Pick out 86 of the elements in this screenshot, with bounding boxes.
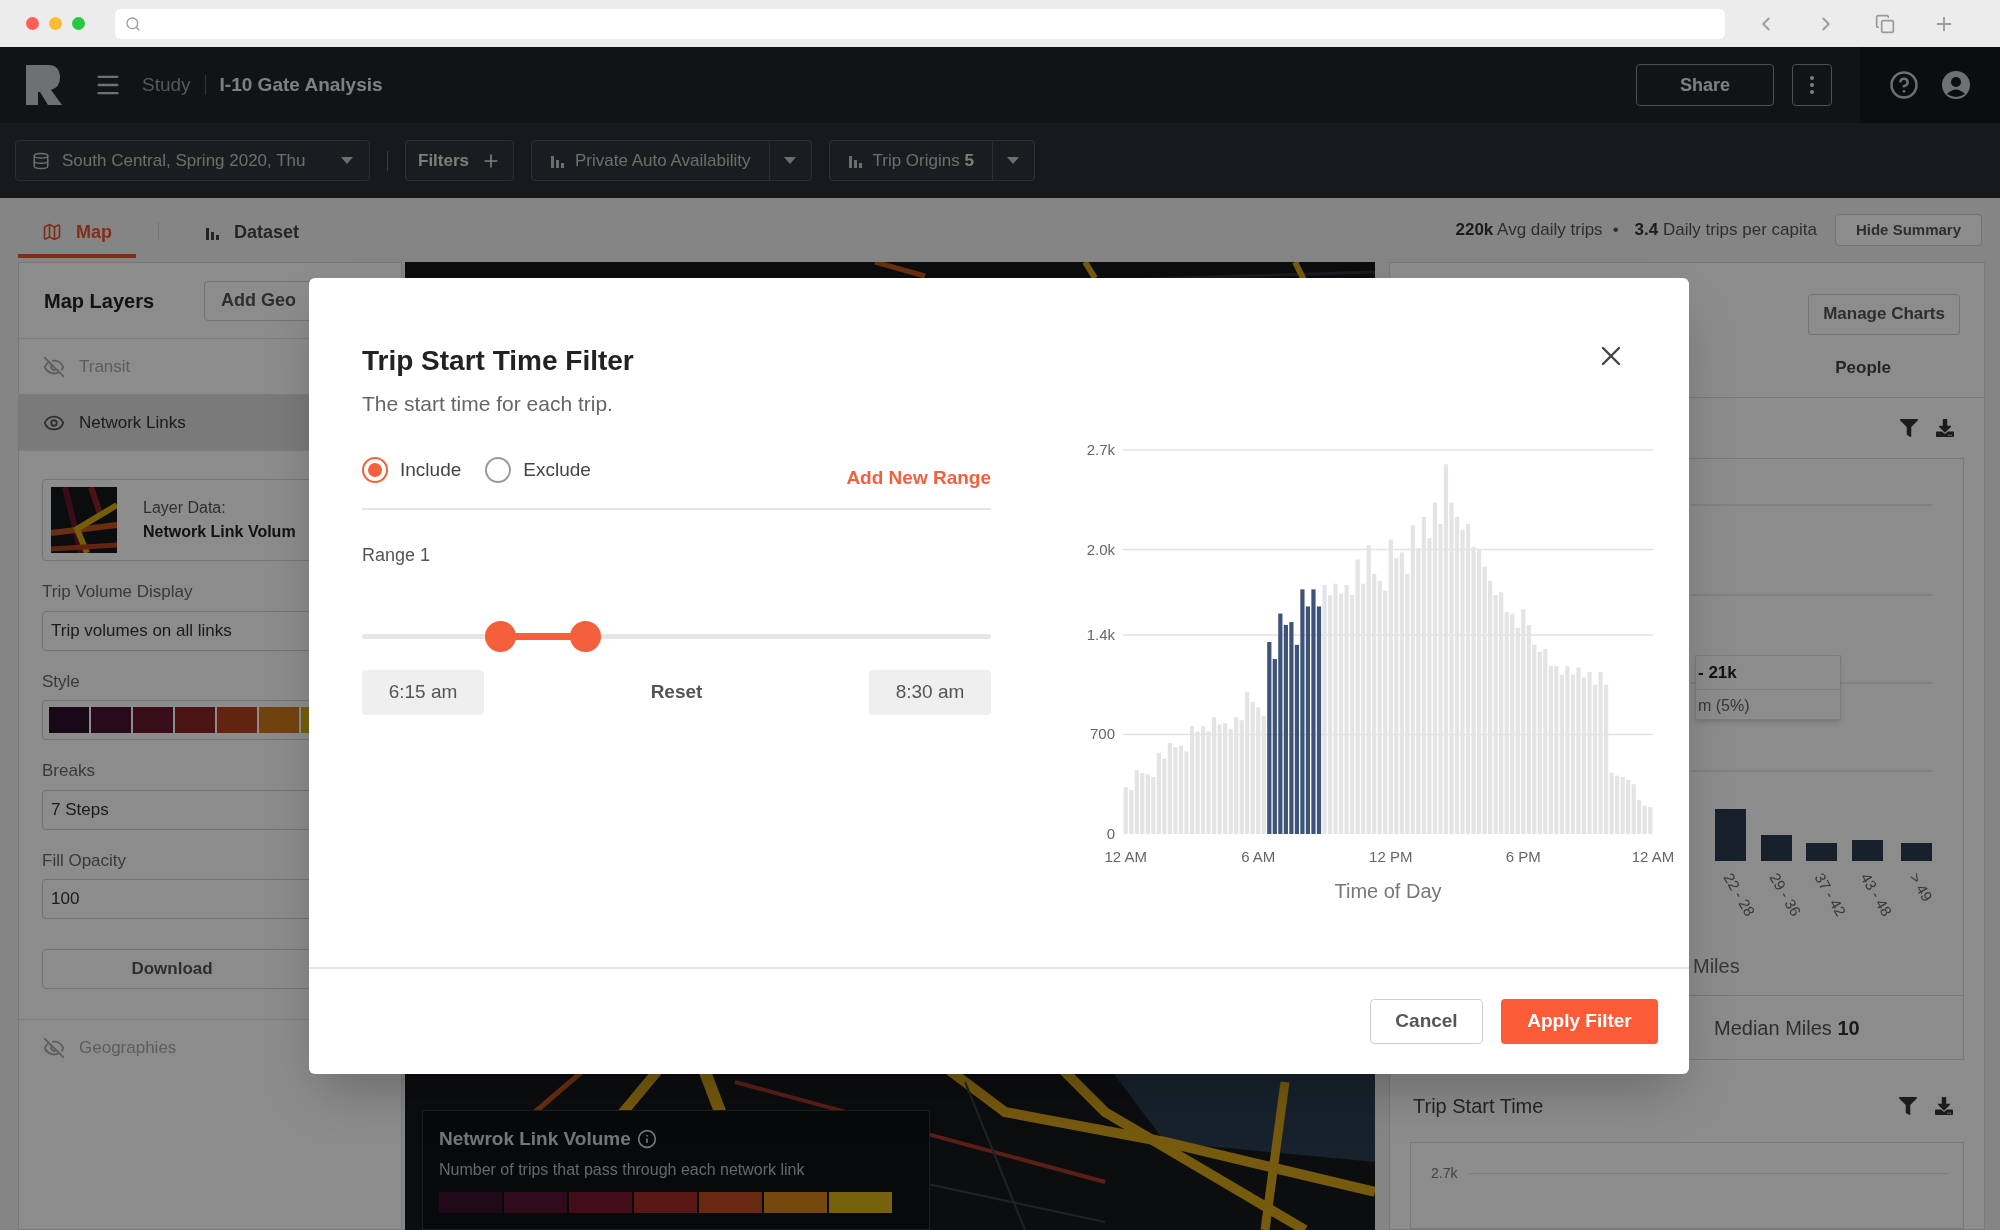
add-range-link[interactable]: Add New Range: [846, 463, 991, 492]
tooltip-detail: m (5%): [1697, 696, 1751, 716]
radio-option[interactable]: Exclude: [485, 455, 591, 484]
hide-summary-button[interactable]: Hide Summary: [1834, 214, 1982, 246]
bin-label: 22 - 28: [1720, 870, 1759, 919]
range-slider[interactable]: [362, 621, 991, 652]
search-icon: [125, 15, 141, 32]
bin-label: 43 - 48: [1857, 870, 1896, 919]
range-label: Range 1: [362, 544, 432, 567]
bin-label: 37 - 42: [1811, 870, 1850, 919]
caret-icon: [1007, 156, 1020, 165]
radio-button[interactable]: [362, 456, 388, 483]
radio-button[interactable]: [485, 456, 512, 483]
database-icon: [32, 151, 50, 170]
breadcrumb-link[interactable]: Study: [142, 70, 191, 100]
more-icon: [1810, 76, 1814, 94]
more-button[interactable]: [1792, 64, 1832, 106]
download-icon[interactable]: [1936, 419, 1954, 437]
reset-button[interactable]: Reset: [650, 678, 703, 707]
radio-option[interactable]: Include: [362, 455, 462, 484]
layer-data-name: Network Link Volum: [143, 522, 296, 542]
bin-label: > 49: [1906, 870, 1936, 905]
start-time-field[interactable]: 6:15 am: [362, 670, 484, 715]
maximize-window-icon[interactable]: [72, 17, 85, 30]
y-tick-label: 700: [1089, 725, 1115, 743]
bar-chart-icon: [550, 153, 566, 168]
info-icon[interactable]: [636, 1129, 657, 1150]
map-icon: [42, 222, 62, 242]
chart-title: Trip Start Time: [1413, 1094, 1544, 1119]
legend-description: Number of trips that pass through each network link: [439, 1159, 806, 1180]
summary-stat: 3.4 Daily trips per capita: [1634, 219, 1817, 242]
close-window-icon[interactable]: [26, 17, 39, 30]
help-icon[interactable]: [1889, 70, 1919, 100]
panel-title: Map Layers: [44, 288, 155, 314]
x-tick-label: 12 AM: [1104, 848, 1148, 865]
manage-charts-button[interactable]: Manage Charts: [1808, 293, 1960, 335]
separator-dot: •: [1612, 219, 1619, 242]
cancel-button[interactable]: Cancel: [1370, 999, 1483, 1044]
summary-stat: 220k Avg daily trips: [1455, 219, 1603, 242]
y-tick-label: 0: [1106, 825, 1115, 842]
field-label: Trip Volume Display: [42, 581, 194, 603]
bin-label: 29 - 36: [1766, 870, 1805, 919]
user-icon[interactable]: [1941, 70, 1971, 100]
y-tick-label: 2.7k: [1086, 441, 1115, 458]
people-tab[interactable]: People: [1835, 355, 1891, 397]
field-label: Breaks: [42, 760, 96, 782]
chart-bar: [1852, 840, 1883, 861]
apply-filter-button[interactable]: Apply Filter: [1501, 999, 1658, 1044]
chart-bar: [1806, 843, 1837, 861]
tooltip-value: - 21k: [1696, 656, 1840, 690]
chart-bar: [1761, 835, 1792, 861]
chart-bar: [1715, 809, 1746, 861]
dataset-dropdown[interactable]: South Central, Spring 2020, Thu: [15, 140, 370, 181]
y-tick-label: 2.0k: [1086, 540, 1115, 558]
filter-icon[interactable]: [1900, 419, 1918, 437]
x-tick-label: 12 AM: [1631, 848, 1675, 865]
study-title: I-10 Gate Analysis: [219, 72, 383, 97]
field-label: Style: [42, 670, 81, 693]
view-tab[interactable]: Dataset: [181, 210, 324, 258]
median-miles: Median Miles 10: [1714, 1015, 1860, 1041]
x-tick-label: 12 PM: [1369, 848, 1413, 865]
x-axis-title: Time of Day: [1334, 880, 1442, 902]
axis-title: Miles: [1693, 954, 1740, 979]
share-button[interactable]: Share: [1636, 64, 1774, 106]
logo-icon[interactable]: [26, 65, 62, 105]
slider-thumb[interactable]: [570, 621, 602, 652]
bar-chart-icon: [847, 153, 863, 168]
chart-bar: [1901, 843, 1932, 861]
eye-off-icon[interactable]: [43, 1037, 65, 1059]
download-icon[interactable]: [1935, 1097, 1953, 1115]
x-tick-label: 6 AM: [1241, 848, 1276, 865]
caret-icon: [784, 156, 796, 165]
filters-button[interactable]: Filters: [405, 140, 515, 181]
eye-off-icon[interactable]: [43, 355, 65, 378]
legend-title: Netwrok Link Volume: [439, 1127, 631, 1151]
y-tick-label: 1.4k: [1086, 625, 1115, 643]
slider-thumb[interactable]: [484, 621, 516, 652]
x-tick-label: 6 PM: [1505, 848, 1541, 865]
layer-data-label: Layer Data:: [143, 498, 227, 518]
tabs-icon[interactable]: [1875, 13, 1895, 34]
field-label: Fill Opacity: [42, 849, 128, 872]
end-time-field[interactable]: 8:30 am: [869, 670, 991, 715]
caret-icon: [341, 156, 353, 165]
filter-icon[interactable]: [1899, 1097, 1917, 1115]
axis-tick-label: 2.7k: [1431, 1164, 1458, 1183]
view-tab[interactable]: Map: [18, 210, 136, 258]
